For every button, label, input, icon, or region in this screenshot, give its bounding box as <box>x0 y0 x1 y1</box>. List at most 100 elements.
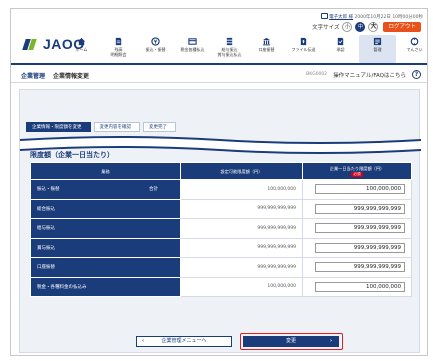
nav-label: ファイル伝送 <box>291 47 316 52</box>
limit-input-cell: 999,999,999,999 <box>302 257 412 278</box>
max-limit: 999,999,999,999 <box>180 237 303 258</box>
nav-transfer[interactable]: 振込・振替 <box>137 35 174 63</box>
row-label: 総合振込 <box>30 198 181 219</box>
page-title-bar: 企業管理 企業情報変更 BKG0002 操作マニュアル/FAQはこちら ? <box>11 67 427 83</box>
nav-label: 税金各種払込 <box>180 47 205 52</box>
breadcrumb-parent: 企業管理 <box>21 73 46 80</box>
action-buttons: ‹ 企業管理メニューへ 変更 › <box>20 333 421 352</box>
back-button-label: 企業管理メニューへ <box>161 338 207 344</box>
nav-approval[interactable]: 承認 <box>322 35 359 63</box>
column-header: 企業一日当たり限度額（円） 必須 <box>302 162 412 180</box>
row-label: 税金・各種料金の払込み <box>30 276 181 297</box>
max-limit: 999,999,999,999 <box>180 218 303 239</box>
table-row: 総合振込 999,999,999,999 999,999,999,999 <box>30 198 412 219</box>
table-header-row: 業務 設定可能限度額（円） 企業一日当たり限度額（円） 必須 <box>30 162 412 180</box>
font-large-button[interactable]: 大 <box>368 22 379 32</box>
nav-densai[interactable]: でんさい <box>396 35 427 63</box>
nav-label: 給与振込 賞与振込払込 <box>217 47 242 57</box>
limit-input[interactable]: 999,999,999,999 <box>315 242 405 253</box>
global-nav: ホーム 残高 明細照会 振込・振替 税金各種払込 給与振込 賞与振込払込 口座振… <box>63 35 427 63</box>
nav-label: でんさい <box>406 47 423 52</box>
limit-input[interactable]: 999,999,999,999 <box>315 203 405 214</box>
home-icon <box>77 37 86 46</box>
limit-input-cell: 999,999,999,999 <box>302 218 412 239</box>
limit-input-cell: 100,000,000 <box>302 276 412 297</box>
back-to-menu-button[interactable]: ‹ 企業管理メニューへ <box>136 336 232 347</box>
required-badge: 必須 <box>351 171 363 177</box>
file-upload-icon <box>300 37 307 46</box>
max-limit: 100,000,000 <box>180 276 303 297</box>
column-header: 業務 <box>30 162 181 180</box>
nav-label: 承認 <box>336 47 345 52</box>
payment-icon <box>188 38 197 45</box>
user-card-icon <box>321 13 329 19</box>
column-header: 設定可能限度額（円） <box>180 162 303 180</box>
chevron-right-icon: › <box>329 338 332 344</box>
font-size-label: 文字サイズ <box>312 25 340 31</box>
step-complete: 変更完了 <box>143 122 176 132</box>
max-limit: 999,999,999,999 <box>180 257 303 278</box>
page-title: 企業情報変更 <box>52 73 89 80</box>
document-icon <box>115 37 122 46</box>
row-label: 給与振込 <box>30 218 181 239</box>
step-indicator: 企業情報・限度額を変更 変更内容を確認 変更完了 <box>26 122 179 132</box>
table-row: 給与振込 999,999,999,999 999,999,999,999 <box>30 218 412 239</box>
max-limit: 100,000,000 <box>180 179 303 200</box>
nav-admin[interactable]: 管理 <box>359 35 396 63</box>
table-row: 賞与振込 999,999,999,999 999,999,999,999 <box>30 237 412 258</box>
site-header: JAOO 電子太郎 様 2000年10月22日 10時00分00秒 文字サイズ … <box>11 9 427 65</box>
step-confirm: 変更内容を確認 <box>93 122 140 132</box>
table-row: 振込・振替 合計 100,000,000 100,000,000 <box>30 179 412 200</box>
nav-account-transfer[interactable]: 口座振替 <box>248 35 285 63</box>
row-label: 賞与振込 <box>30 237 181 258</box>
nav-salary[interactable]: 給与振込 賞与振込払込 <box>211 35 248 63</box>
nav-balance[interactable]: 残高 明細照会 <box>100 35 137 63</box>
limit-input[interactable]: 999,999,999,999 <box>315 223 405 234</box>
section-title: 限度額（企業一日当たり） <box>30 151 114 159</box>
content-panel: 企業情報・限度額を変更 変更内容を確認 変更完了 限度額（企業一日当たり） 業務… <box>19 89 421 353</box>
approval-icon <box>337 37 344 46</box>
yen-coin-icon <box>151 37 160 46</box>
change-button-label: 変更 <box>285 338 296 344</box>
title-tools: BKG0002 操作マニュアル/FAQはこちら ? <box>306 70 421 79</box>
change-button[interactable]: 変更 › <box>243 336 339 347</box>
limit-table: 業務 設定可能限度額（円） 企業一日当たり限度額（円） 必須 振込・振替 合計 1… <box>30 162 412 297</box>
limit-input[interactable]: 999,999,999,999 <box>315 262 405 273</box>
font-size-control: 文字サイズ 小 中 大 ログアウト <box>312 22 421 32</box>
screen-id: BKG0002 <box>306 72 328 77</box>
row-sub-label: 合計 <box>149 187 158 193</box>
logout-button[interactable]: ログアウト <box>383 22 421 32</box>
limit-input-cell: 999,999,999,999 <box>302 237 412 258</box>
highlight-frame: 変更 › <box>240 333 343 350</box>
help-icon[interactable]: ? <box>412 70 421 79</box>
bank-icon <box>262 37 271 46</box>
limit-input-cell: 999,999,999,999 <box>302 198 412 219</box>
nav-label: 残高 明細照会 <box>110 47 127 57</box>
last-login-time: 2000年10月22日 10時00分00秒 <box>354 15 423 20</box>
row-label-text: 振込・振替 <box>37 187 60 193</box>
nav-label: ホーム <box>75 47 88 52</box>
max-limit: 999,999,999,999 <box>180 198 303 219</box>
limit-input[interactable]: 100,000,000 <box>315 184 405 195</box>
manual-link[interactable]: 操作マニュアル/FAQはこちら <box>333 71 406 79</box>
nav-label: 口座振替 <box>258 47 275 52</box>
user-info: 電子太郎 様 2000年10月22日 10時00分00秒 <box>321 13 423 20</box>
nav-home[interactable]: ホーム <box>63 35 100 63</box>
admin-icon <box>373 37 382 46</box>
breadcrumb: 企業管理 企業情報変更 <box>21 71 89 80</box>
chevron-left-icon: ‹ <box>142 338 145 344</box>
user-name[interactable]: 電子太郎 様 <box>329 15 353 20</box>
stack-icon <box>226 37 233 46</box>
nav-file-transfer[interactable]: ファイル伝送 <box>285 35 322 63</box>
font-medium-button[interactable]: 中 <box>355 22 366 32</box>
nav-tax[interactable]: 税金各種払込 <box>174 35 211 63</box>
limit-input[interactable]: 100,000,000 <box>315 281 405 292</box>
table-row: 口座振替 999,999,999,999 999,999,999,999 <box>30 257 412 278</box>
step-current: 企業情報・限度額を変更 <box>26 122 91 132</box>
font-small-button[interactable]: 小 <box>342 22 353 32</box>
logo-mark-icon <box>22 38 41 50</box>
row-label: 振込・振替 合計 <box>30 179 181 200</box>
nav-label: 振込・振替 <box>145 47 166 52</box>
column-header-label: 企業一日当たり限度額（円） <box>329 165 385 171</box>
nav-label: 管理 <box>373 47 382 52</box>
